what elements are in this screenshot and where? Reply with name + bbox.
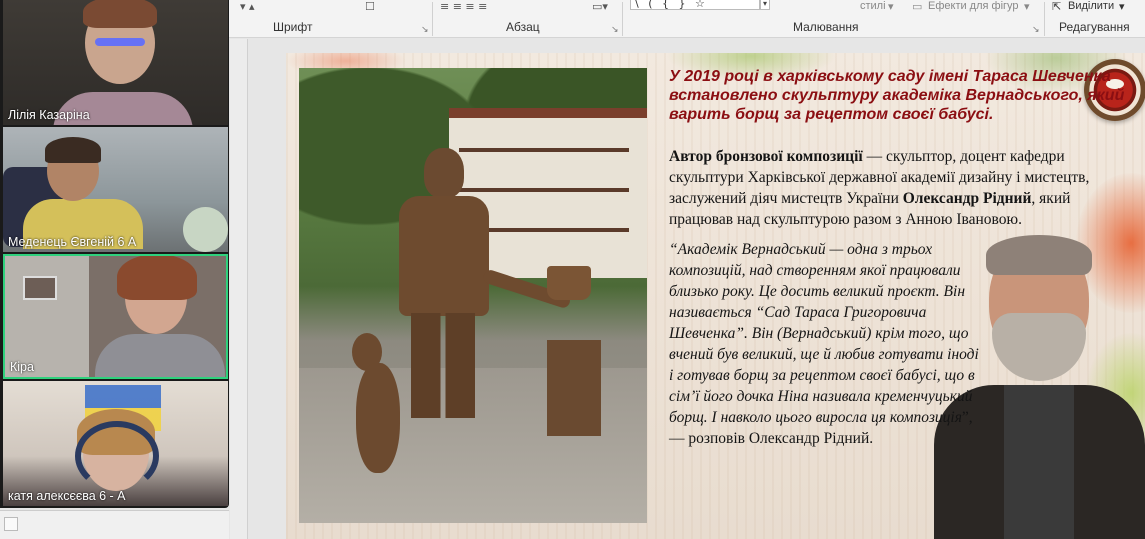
ribbon-font-controls[interactable]: ▾ ▴: [240, 0, 255, 13]
paragraph-dialog-launcher-icon[interactable]: ↘: [611, 24, 619, 35]
participant-video: [95, 334, 225, 377]
statue-legs: [411, 313, 475, 418]
participant-glasses: [95, 38, 145, 46]
ribbon-separator: [1044, 2, 1045, 36]
quote-italic-text: “Академік Вернадський — одна з трьох ком…: [669, 241, 979, 426]
select-button[interactable]: Виділити: [1068, 0, 1114, 12]
styles-dropdown[interactable]: стилі: [860, 0, 886, 12]
slide-canvas[interactable]: У 2019 році в харківському саду імені Та…: [286, 53, 1145, 539]
participant-name: катя алексєєва 6 - А: [8, 489, 126, 503]
editing-group-label: Редагування: [1059, 20, 1130, 34]
gallery-more-icon[interactable]: ▾: [760, 0, 770, 10]
statue-photo[interactable]: [299, 68, 647, 523]
slide-author-paragraph[interactable]: Автор бронзової композиції — скульптор, …: [669, 146, 1129, 230]
statue-head: [424, 148, 464, 198]
participant-tile[interactable]: Лілія Казаріна: [3, 0, 228, 125]
ribbon-align-controls[interactable]: ≡ ≡ ≡ ≡: [440, 0, 487, 13]
participant-hair: [83, 0, 157, 28]
shape-gallery[interactable]: \ ( { } ☆: [630, 0, 760, 10]
participant-hair: [117, 256, 197, 300]
headphones-icon: [75, 421, 159, 491]
author-bold-text: Автор бронзової композиції: [669, 148, 863, 165]
portrait-beard: [992, 313, 1086, 381]
scroll-button[interactable]: [4, 517, 18, 531]
participant-tile-active-speaker[interactable]: Кіра: [3, 254, 228, 379]
shape-effects-button[interactable]: Ефекти для фігур: [928, 0, 1019, 12]
drawing-group-label: Малювання: [793, 20, 859, 34]
ribbon-separator: [622, 2, 623, 36]
ribbon-separator: [432, 2, 433, 36]
bronze-pot: [547, 266, 591, 300]
participant-tile[interactable]: катя алексєєва 6 - А: [3, 381, 228, 506]
shape-effects-icon[interactable]: ▭: [912, 0, 922, 13]
select-dropdown-icon[interactable]: ▾: [1119, 0, 1125, 13]
ribbon-paragraph-controls[interactable]: ☐: [365, 0, 375, 13]
shape-effects-dropdown-icon[interactable]: ▾: [1024, 0, 1030, 13]
participant-tile[interactable]: Меденець Євгеній 6 А: [3, 127, 228, 252]
participant-background: [183, 207, 228, 252]
portrait-sweater: [1004, 385, 1074, 539]
wall-picture: [23, 276, 57, 300]
dog-body: [356, 363, 400, 473]
select-cursor-icon[interactable]: ⇱: [1052, 0, 1061, 13]
bronze-dog: [344, 333, 414, 488]
portrait-hair: [986, 235, 1092, 275]
participant-name: Лілія Казаріна: [8, 108, 90, 122]
font-group-label: Шрифт: [273, 20, 313, 34]
font-dialog-launcher-icon[interactable]: ↘: [421, 24, 429, 35]
sculptor-name: Олександр Рідний: [902, 190, 1032, 207]
paragraph-group-label: Абзац: [506, 20, 540, 34]
slide-quote[interactable]: “Академік Вернадський — одна з трьох ком…: [669, 239, 979, 449]
slide-heading[interactable]: У 2019 році в харківському саду імені Та…: [669, 67, 1129, 124]
statue-torso: [399, 196, 489, 316]
participant-hair: [45, 137, 101, 163]
video-participant-panel: Лілія Казаріна Меденець Євгеній 6 А Кіра…: [0, 0, 229, 508]
participant-name: Меденець Євгеній 6 А: [8, 235, 137, 249]
bronze-stove: [547, 340, 601, 436]
participant-name: Кіра: [10, 360, 34, 374]
ribbon-columns-icon[interactable]: ▭▾: [592, 0, 608, 13]
drawing-dialog-launcher-icon[interactable]: ↘: [1032, 24, 1040, 35]
bottom-panel: [0, 510, 229, 539]
styles-dropdown-icon[interactable]: ▾: [888, 0, 894, 13]
slide-thumbnail-strip[interactable]: [230, 39, 248, 539]
